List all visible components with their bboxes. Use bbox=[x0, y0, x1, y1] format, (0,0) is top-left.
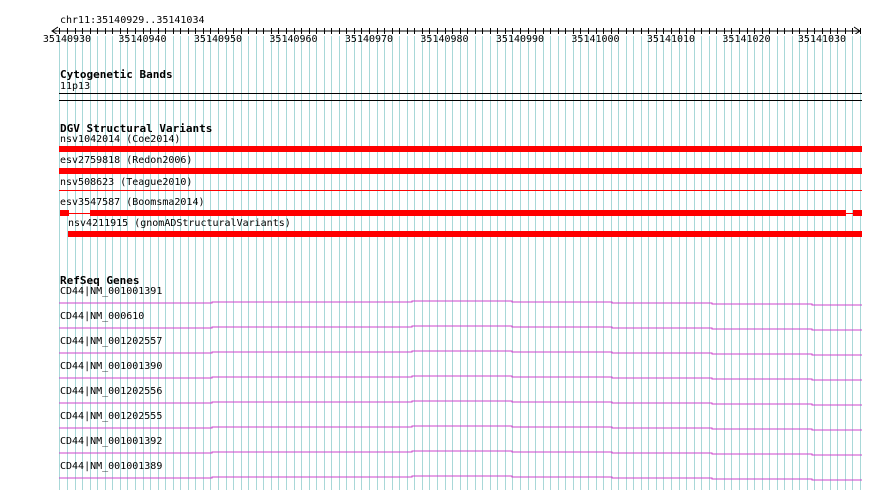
ruler-tick-label: 35141000 bbox=[571, 34, 620, 45]
variant-block bbox=[60, 210, 69, 216]
ruler-tick-label: 35140940 bbox=[118, 34, 167, 45]
cytoband-bar-bottom bbox=[59, 100, 862, 101]
variant-gap bbox=[846, 213, 853, 214]
gene-label[interactable]: CD44|NM_001001389 bbox=[60, 461, 162, 473]
gene-label[interactable]: CD44|NM_001202555 bbox=[60, 411, 162, 423]
ruler-tick-label: 35140990 bbox=[495, 34, 545, 45]
variant-feature[interactable] bbox=[59, 190, 862, 191]
cytoband-bar-top bbox=[59, 93, 862, 94]
variant-label[interactable]: esv3547587 (Boomsma2014) bbox=[60, 197, 205, 209]
gene-label[interactable]: CD44|NM_001001392 bbox=[60, 436, 162, 448]
variant-label[interactable]: nsv508623 (Teague2010) bbox=[60, 177, 192, 189]
gene-label[interactable]: CD44|NM_001001390 bbox=[60, 361, 162, 373]
variant-block bbox=[90, 210, 846, 216]
cytoband-label[interactable]: 11p13 bbox=[60, 81, 90, 93]
ruler-tick-label: 35140930 bbox=[42, 34, 92, 45]
variant-block bbox=[853, 210, 862, 216]
variant-gap bbox=[69, 213, 90, 214]
cytoband-track-title[interactable]: Cytogenetic Bands bbox=[60, 68, 173, 81]
ruler-axis bbox=[51, 26, 861, 34]
ruler-tick-label: 35141010 bbox=[646, 34, 696, 45]
ruler-tick-label: 35141020 bbox=[722, 34, 771, 45]
ruler-tick-label: 35140960 bbox=[269, 34, 318, 45]
variant-feature[interactable] bbox=[59, 146, 862, 152]
ruler-tick-label: 35141030 bbox=[797, 34, 847, 45]
variant-label[interactable]: esv2759818 (Redon2006) bbox=[60, 155, 192, 167]
variant-feature[interactable] bbox=[68, 231, 862, 237]
ruler-tick-label: 35140970 bbox=[344, 34, 394, 45]
gene-label[interactable]: CD44|NM_001001391 bbox=[60, 286, 162, 298]
ruler-tick-label: 35140950 bbox=[193, 34, 243, 45]
gene-label[interactable]: CD44|NM_001202557 bbox=[60, 336, 162, 348]
variant-feature[interactable] bbox=[59, 168, 862, 174]
variant-label[interactable]: nsv1042014 (Coe2014) bbox=[60, 134, 180, 146]
variant-label[interactable]: nsv4211915 (gnomADStructuralVariants) bbox=[68, 218, 291, 230]
gene-label[interactable]: CD44|NM_001202556 bbox=[60, 386, 162, 398]
gene-label[interactable]: CD44|NM_000610 bbox=[60, 311, 144, 323]
ruler-tick-label: 35140980 bbox=[420, 34, 469, 45]
